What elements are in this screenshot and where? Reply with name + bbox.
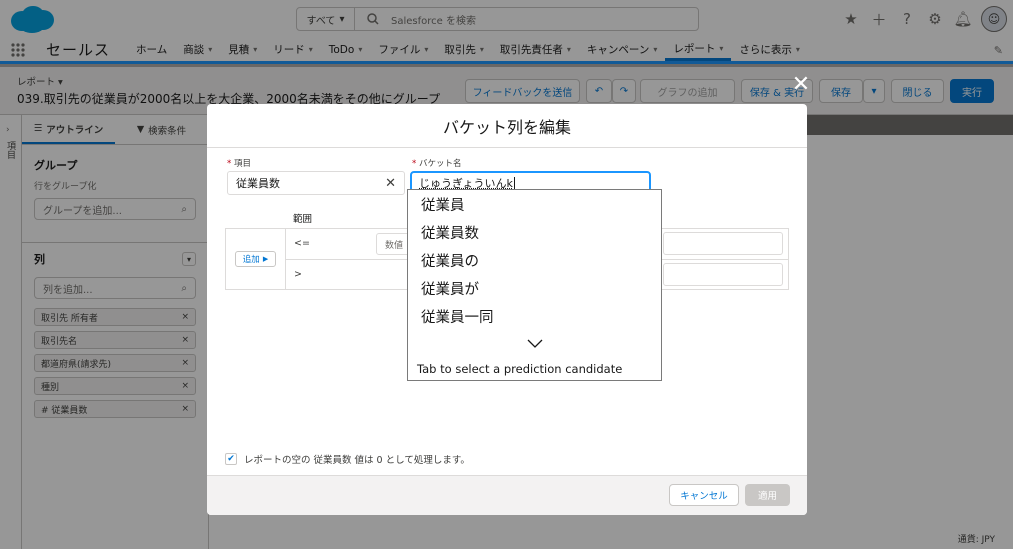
- range-bucket-input[interactable]: [663, 232, 783, 255]
- treat-empty-as-zero-label: レポートの空の 従業員数 値は 0 として処理します。: [244, 455, 470, 466]
- apply-button[interactable]: 適用: [745, 484, 790, 506]
- close-icon[interactable]: ✕: [790, 74, 812, 96]
- cancel-button[interactable]: キャンセル: [669, 484, 739, 506]
- play-icon: ▶: [262, 255, 269, 263]
- modal-title: バケット列を編集: [207, 104, 807, 148]
- ime-candidate[interactable]: 従業員数: [408, 218, 661, 246]
- treat-empty-as-zero[interactable]: ✔ レポートの空の 従業員数 値は 0 として処理します。: [225, 452, 470, 466]
- clear-icon[interactable]: ✕: [385, 176, 396, 191]
- ime-prediction-popup: 従業員 従業員数 従業員の 従業員が 従業員一同 Tab to select a…: [407, 189, 662, 381]
- ime-candidate[interactable]: 従業員の: [408, 246, 661, 274]
- item-field[interactable]: 従業員数 ✕: [227, 171, 405, 195]
- modal-footer: キャンセル 適用: [207, 475, 807, 515]
- item-field-value: 従業員数: [236, 177, 280, 190]
- text-caret: [513, 176, 515, 190]
- range-operator: >: [294, 268, 302, 280]
- bucket-name-label: * バケット名: [412, 159, 462, 169]
- ime-candidate[interactable]: 従業員が: [408, 274, 661, 302]
- range-operator: <=: [294, 238, 310, 250]
- ime-candidate[interactable]: 従業員一同: [408, 302, 661, 330]
- expand-candidates-chevron-icon[interactable]: [408, 330, 661, 358]
- checkbox-checked-icon[interactable]: ✔: [225, 453, 237, 465]
- ime-candidate[interactable]: 従業員: [408, 190, 661, 218]
- add-range-button[interactable]: 追加 ▶: [235, 251, 276, 267]
- range-bucket-input[interactable]: [663, 262, 783, 286]
- edit-bucket-column-modal: バケット列を編集 * 項目 従業員数 ✕ * バケット名 じゅうぎょういんk 範…: [207, 104, 807, 515]
- item-field-label: * 項目: [227, 159, 251, 169]
- ime-hint-text: Tab to select a prediction candidate: [417, 362, 623, 376]
